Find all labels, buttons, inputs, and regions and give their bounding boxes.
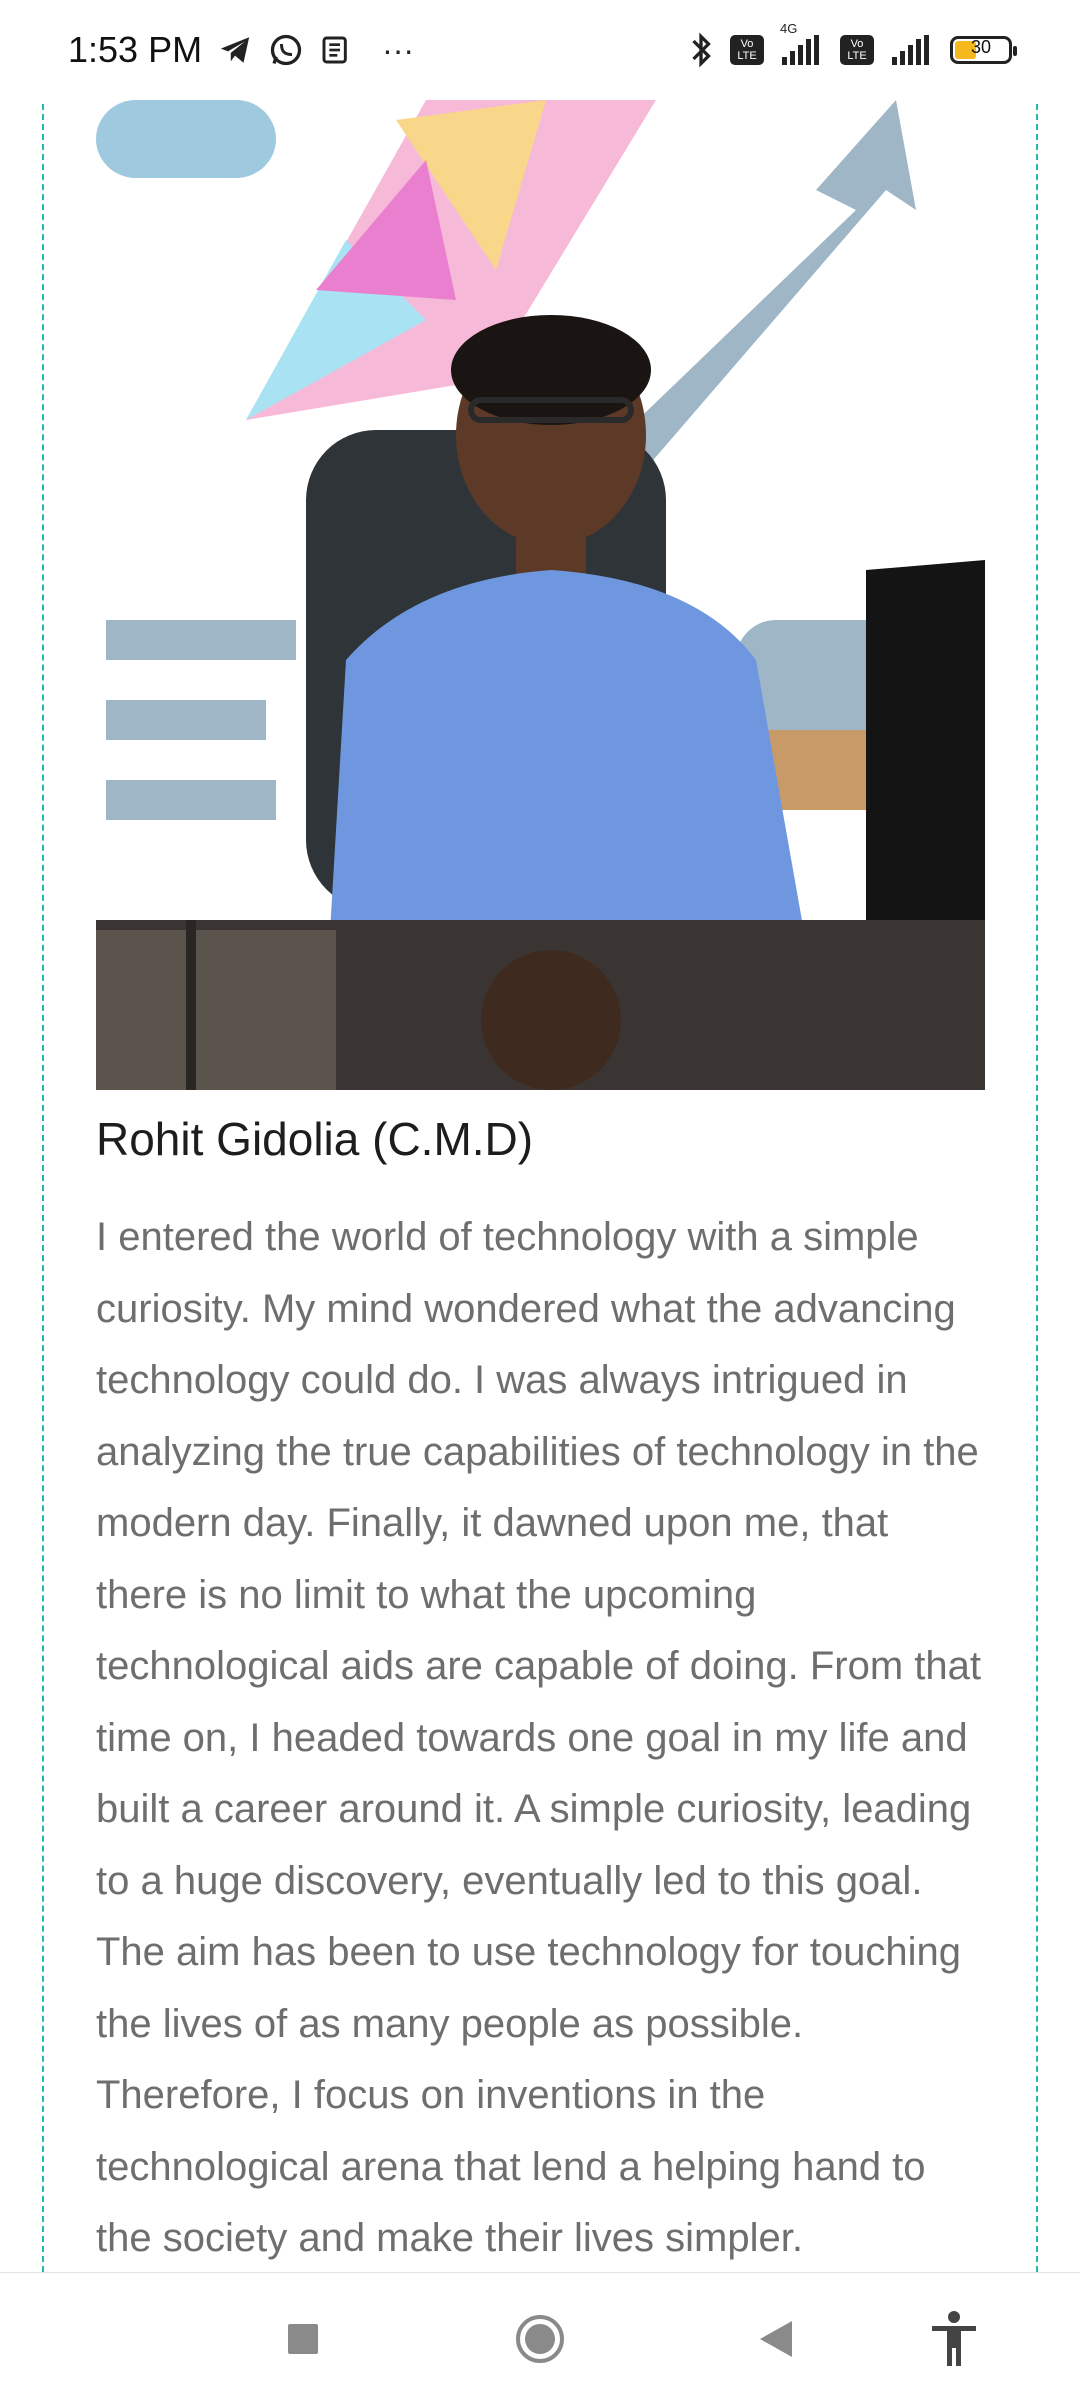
- network-type: 4G: [780, 21, 798, 36]
- home-icon: [515, 2314, 565, 2369]
- accessibility-icon: [928, 2310, 980, 2373]
- telegram-icon: [218, 33, 252, 67]
- back-button[interactable]: [746, 2311, 806, 2371]
- more-icon: ···: [382, 31, 415, 68]
- battery-icon: 30: [950, 36, 1017, 64]
- bluetooth-icon: [688, 32, 714, 68]
- status-right: Vo LTE 4G Vo LTE 30: [688, 21, 1017, 68]
- battery-level: 30: [970, 37, 992, 57]
- profile-photo-art: [96, 100, 985, 1090]
- navigation-bar: [0, 2272, 1080, 2400]
- status-bar: 1:53 PM ··· Vo LTE 4G Vo LTE 30: [0, 0, 1080, 100]
- volte-badge-2: Vo LTE: [840, 35, 874, 65]
- status-left: 1:53 PM ···: [68, 29, 414, 71]
- profile-photo: [96, 100, 985, 1090]
- recents-button[interactable]: [273, 2311, 333, 2371]
- volte-badge: Vo LTE: [730, 35, 764, 65]
- back-icon: [758, 2319, 794, 2364]
- status-time: 1:53 PM: [68, 29, 203, 70]
- signal-icon-2: [890, 35, 934, 65]
- accessibility-button[interactable]: [924, 2310, 984, 2373]
- home-button[interactable]: [510, 2311, 570, 2371]
- signal-icon: 4G: [780, 21, 824, 65]
- profile-name: Rohit Gidolia (C.M.D): [96, 1113, 534, 1165]
- profile-bio: I entered the world of technology with a…: [96, 1215, 981, 2260]
- news-icon: [320, 34, 352, 66]
- recents-icon: [286, 2322, 320, 2361]
- whatsapp-icon: [268, 32, 304, 68]
